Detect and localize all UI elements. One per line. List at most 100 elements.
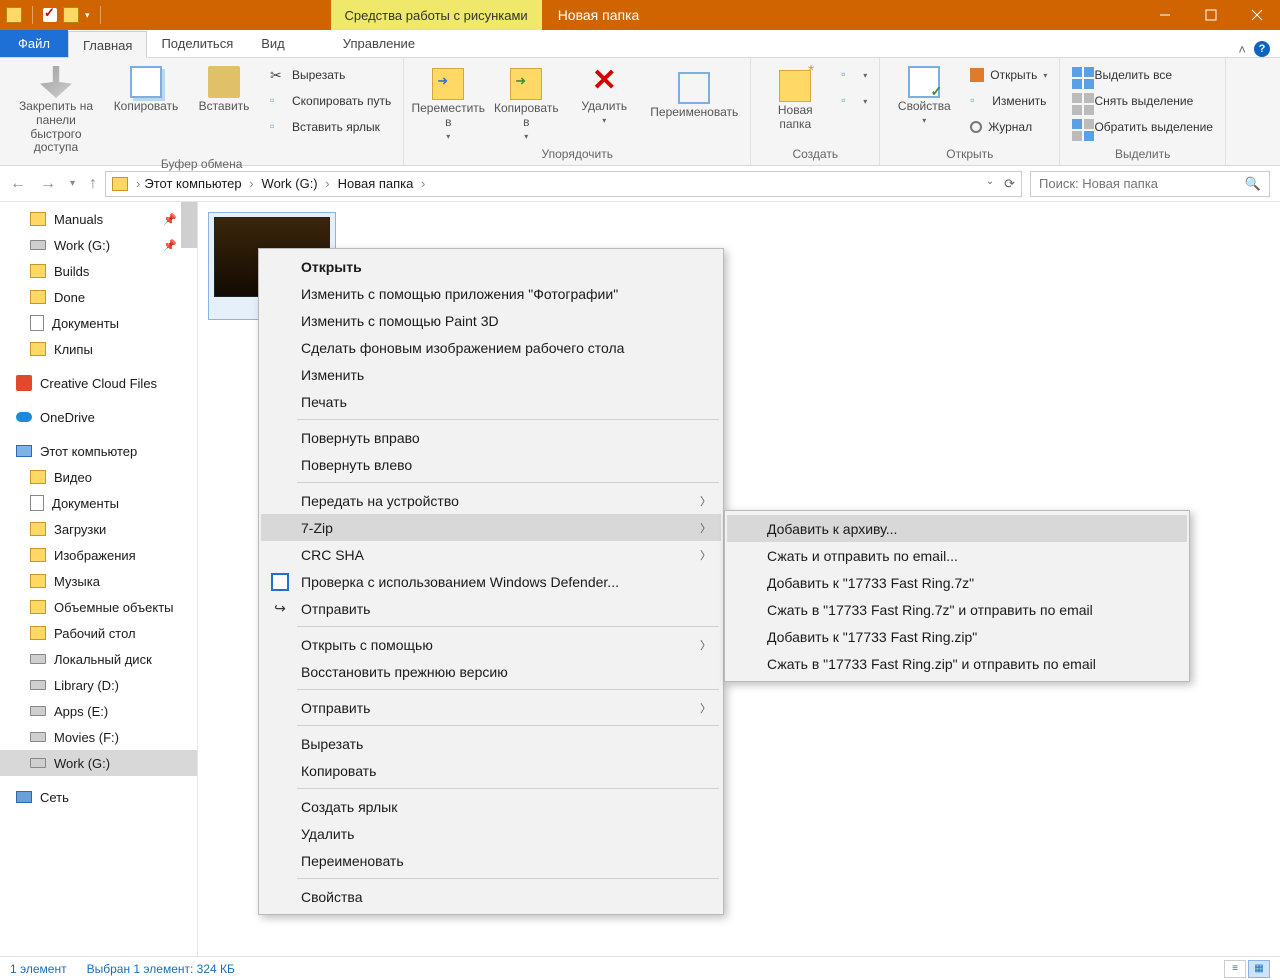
7z-add-zip[interactable]: Добавить к "17733 Fast Ring.zip" (727, 623, 1187, 650)
tree-item[interactable]: Movies (F:) (0, 724, 197, 750)
ctx-create-shortcut[interactable]: Создать ярлык (261, 793, 721, 820)
tree-item-cc[interactable]: Creative Cloud Files (0, 370, 197, 396)
ctx-cast[interactable]: Передать на устройство〉 (261, 487, 721, 514)
tree-item[interactable]: Рабочий стол (0, 620, 197, 646)
addr-dropdown-icon[interactable]: ⌄ (986, 176, 994, 192)
tree-item[interactable]: Done (0, 284, 197, 310)
7z-add-7z[interactable]: Добавить к "17733 Fast Ring.7z" (727, 569, 1187, 596)
7z-compress-7z-email[interactable]: Сжать в "17733 Fast Ring.7z" и отправить… (727, 596, 1187, 623)
minimize-button[interactable] (1142, 0, 1188, 30)
ctx-copy[interactable]: Копировать (261, 757, 721, 784)
new-item-button[interactable]: ▾ (837, 64, 871, 86)
tree-item[interactable]: Клипы (0, 336, 197, 362)
7z-add-archive[interactable]: Добавить к архиву... (727, 515, 1187, 542)
ctx-print[interactable]: Печать (261, 388, 721, 415)
paste-shortcut-button[interactable]: Вставить ярлык (266, 116, 395, 138)
tab-home[interactable]: Главная (68, 31, 147, 58)
ctx-rotate-left[interactable]: Повернуть влево (261, 451, 721, 478)
ctx-cut[interactable]: Вырезать (261, 730, 721, 757)
tab-share[interactable]: Поделиться (147, 30, 247, 57)
breadcrumb[interactable]: Этот компьютер (144, 176, 257, 191)
ctx-edit[interactable]: Изменить (261, 361, 721, 388)
tree-item[interactable]: Объемные объекты (0, 594, 197, 620)
search-box[interactable]: 🔍 (1030, 171, 1270, 197)
tree-item[interactable]: Manuals📌 (0, 206, 197, 232)
7z-compress-email[interactable]: Сжать и отправить по email... (727, 542, 1187, 569)
select-none-button[interactable]: Снять выделение (1068, 90, 1217, 112)
copy-to-button[interactable]: Копировать в▾ (490, 62, 562, 141)
qat-dropdown-icon[interactable]: ▾ (85, 10, 90, 21)
nav-forward-icon[interactable]: → (40, 175, 56, 193)
select-all-button[interactable]: Выделить все (1068, 64, 1217, 86)
edit-button[interactable]: Изменить (966, 90, 1051, 112)
ribbon-collapse-icon[interactable]: ˄ (1238, 42, 1246, 57)
view-details-button[interactable]: ≡ (1224, 960, 1246, 978)
7z-compress-zip-email[interactable]: Сжать в "17733 Fast Ring.zip" и отправит… (727, 650, 1187, 677)
search-input[interactable] (1039, 176, 1229, 191)
tree-item[interactable]: Загрузки (0, 516, 197, 542)
invert-selection-button[interactable]: Обратить выделение (1068, 116, 1217, 138)
open-button[interactable]: Открыть▾ (966, 64, 1051, 86)
pin-quickaccess-button[interactable]: Закрепить на панели быстрого доступа (8, 62, 104, 155)
nav-up-icon[interactable]: ↑ (89, 175, 97, 193)
ctx-open[interactable]: Открыть (261, 253, 721, 280)
quick-access-toolbar: ▾ (0, 6, 111, 24)
copy-path-button[interactable]: Скопировать путь (266, 90, 395, 112)
tree-item[interactable]: Локальный диск (0, 646, 197, 672)
ctx-crc[interactable]: CRC SHA〉 (261, 541, 721, 568)
ctx-restore[interactable]: Восстановить прежнюю версию (261, 658, 721, 685)
tree-item[interactable]: Library (D:) (0, 672, 197, 698)
tab-manage[interactable]: Управление (329, 30, 429, 57)
tree-item[interactable]: Документы (0, 310, 197, 336)
delete-button[interactable]: ✕Удалить▾ (568, 62, 640, 125)
scrollbar-thumb[interactable] (181, 202, 197, 248)
ctx-edit-photos[interactable]: Изменить с помощью приложения "Фотографи… (261, 280, 721, 307)
qat-properties-icon[interactable] (43, 8, 57, 22)
easy-access-button[interactable]: ▾ (837, 90, 871, 112)
ctx-defender[interactable]: Проверка с использованием Windows Defend… (261, 568, 721, 595)
refresh-icon[interactable]: ⟳ (1004, 176, 1015, 192)
ctx-share[interactable]: ↪Отправить (261, 595, 721, 622)
ctx-rename[interactable]: Переименовать (261, 847, 721, 874)
qat-newfolder-icon[interactable] (63, 7, 79, 23)
rename-button[interactable]: Переименовать (646, 62, 742, 120)
copy-button[interactable]: Копировать (110, 62, 182, 114)
properties-button[interactable]: Свойства▾ (888, 62, 960, 125)
tab-file[interactable]: Файл (0, 30, 68, 57)
ctx-edit-paint3d[interactable]: Изменить с помощью Paint 3D (261, 307, 721, 334)
ctx-properties[interactable]: Свойства (261, 883, 721, 910)
breadcrumb[interactable]: Новая папка (338, 176, 430, 191)
tree-item-this-pc[interactable]: Этот компьютер (0, 438, 197, 464)
cut-button[interactable]: Вырезать (266, 64, 395, 86)
tree-item[interactable]: Документы (0, 490, 197, 516)
ctx-7zip[interactable]: 7-Zip〉 (261, 514, 721, 541)
ctx-set-wallpaper[interactable]: Сделать фоновым изображением рабочего ст… (261, 334, 721, 361)
paste-button[interactable]: Вставить (188, 62, 260, 114)
help-icon[interactable]: ? (1254, 41, 1270, 57)
ctx-delete[interactable]: Удалить (261, 820, 721, 847)
move-to-button[interactable]: Переместить в▾ (412, 62, 484, 141)
tree-item[interactable]: Музыка (0, 568, 197, 594)
tree-item[interactable]: Work (G:) (0, 750, 197, 776)
history-button[interactable]: Журнал (966, 116, 1051, 138)
new-folder-button[interactable]: Новая папка (759, 62, 831, 132)
breadcrumb[interactable]: Work (G:) (262, 176, 334, 191)
tree-item-network[interactable]: Сеть (0, 784, 197, 810)
tree-item[interactable]: Видео (0, 464, 197, 490)
search-icon[interactable]: 🔍 (1245, 176, 1261, 192)
nav-back-icon[interactable]: ← (10, 175, 26, 193)
close-button[interactable] (1234, 0, 1280, 30)
tree-item[interactable]: Изображения (0, 542, 197, 568)
tree-item[interactable]: Work (G:)📌 (0, 232, 197, 258)
maximize-button[interactable] (1188, 0, 1234, 30)
ctx-send-to[interactable]: Отправить〉 (261, 694, 721, 721)
address-bar[interactable]: › Этот компьютер Work (G:) Новая папка ⌄… (105, 171, 1022, 197)
ctx-rotate-right[interactable]: Повернуть вправо (261, 424, 721, 451)
nav-recent-icon[interactable]: ▾ (70, 178, 75, 189)
view-thumbnails-button[interactable]: ▦ (1248, 960, 1270, 978)
tree-item-onedrive[interactable]: OneDrive (0, 404, 197, 430)
tree-item[interactable]: Apps (E:) (0, 698, 197, 724)
tree-item[interactable]: Builds (0, 258, 197, 284)
tab-view[interactable]: Вид (247, 30, 299, 57)
ctx-open-with[interactable]: Открыть с помощью〉 (261, 631, 721, 658)
